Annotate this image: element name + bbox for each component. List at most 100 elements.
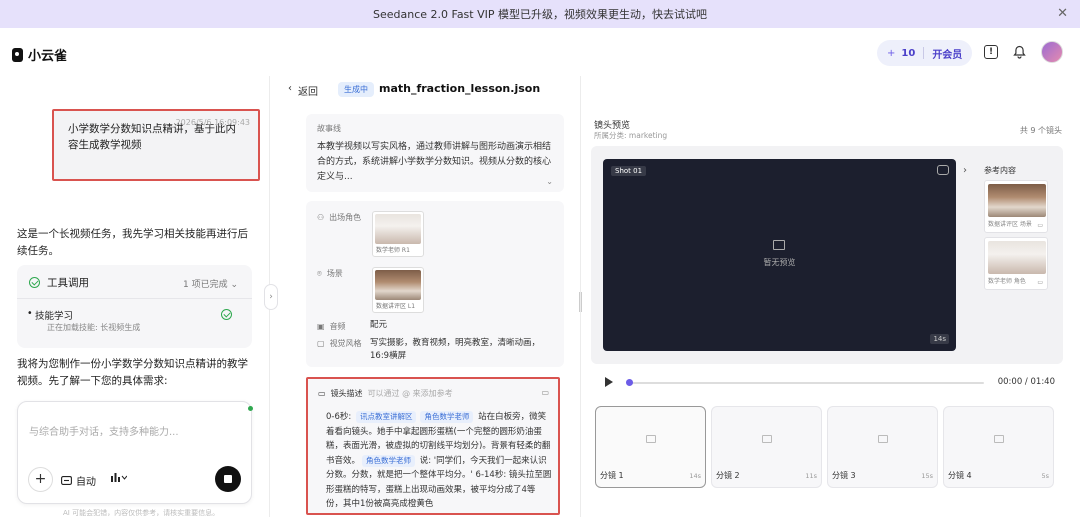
user-avatar[interactable] — [1041, 41, 1063, 63]
shot-count: 共 9 个镜头 — [1019, 126, 1062, 135]
script-editor: 故事线 本教学视频以写实风格，通过教师讲解与图形动画演示相结合的方式，系统讲解小… — [306, 114, 564, 517]
progress-knob[interactable] — [626, 379, 633, 386]
image-icon — [646, 435, 656, 443]
playback-time: 00:00 / 01:40 — [997, 377, 1055, 387]
role-thumbnail[interactable]: 数学老师 R1 — [372, 211, 424, 257]
shot-description-text[interactable]: 0-6秒: 讯点教室讲解区 角色数学老师 站在白板旁，微笑着看向镜头。她手中拿起圆… — [326, 410, 552, 512]
roles-label: 出场角色 — [329, 213, 362, 222]
app-logo[interactable]: 小云雀 — [12, 45, 67, 64]
progress-track[interactable] — [629, 382, 984, 384]
character-tag[interactable]: 角色数学老师 — [362, 454, 416, 467]
ai-disclaimer: AI 可能会犯错，内容仅供参考，请核实重要信息。 — [63, 509, 220, 517]
online-dot — [248, 406, 253, 411]
chat-input[interactable]: 与综合助手对话，支持多种能力... — [29, 423, 179, 438]
video-preview[interactable]: Shot 01 暂无预览 14s — [603, 159, 956, 351]
teacher-image — [375, 214, 421, 244]
chat-input-box[interactable]: 与综合助手对话，支持多种能力... + 自动 — [17, 401, 253, 504]
banner-text: Seedance 2.0 Fast VIP 模型已升级，视频效果更生动，快去试试… — [372, 8, 707, 21]
comment-icon: ▭ — [318, 389, 326, 398]
play-icon[interactable] — [605, 377, 613, 387]
bell-icon[interactable] — [1012, 45, 1026, 59]
check-circle-icon — [29, 277, 40, 288]
stop-button[interactable] — [215, 466, 241, 492]
shot-thumbnail[interactable]: 分镜 2 11s — [711, 406, 822, 488]
chevron-down-icon[interactable]: ⌄ — [546, 177, 553, 186]
image-icon — [878, 435, 888, 443]
credits-plus: + — [887, 47, 896, 59]
skill-item-title: 技能学习 — [27, 308, 73, 322]
reference-character[interactable]: 数学老师 角色 ▭ — [984, 237, 1048, 290]
shot-name: 分镜 2 — [716, 471, 740, 480]
pill-divider — [923, 47, 925, 59]
scene-caption: 数据讲评区 L1 — [376, 303, 416, 310]
shot-label: Shot 01 — [611, 166, 647, 176]
shot-thumbnail[interactable]: 分镜 3 15s — [827, 406, 938, 488]
classroom-image — [988, 184, 1046, 217]
shot-thumbnail[interactable]: 分镜 4 5s — [943, 406, 1054, 488]
voice-row: ▣ 音频 — [317, 321, 346, 332]
add-attachment-button[interactable]: + — [28, 467, 53, 492]
scene-thumbnail[interactable]: 数据讲评区 L1 — [372, 267, 424, 313]
shot-duration: 5s — [1041, 472, 1049, 480]
voice-label: 音频 — [329, 322, 346, 331]
file-name: math_fraction_lesson.json — [379, 82, 541, 95]
close-icon[interactable]: ✕ — [1057, 6, 1068, 21]
person-icon: ⚇ — [317, 213, 325, 222]
scene-label: 场景 — [326, 269, 343, 278]
shot-thumbnail[interactable]: 分镜 1 14s — [595, 406, 706, 488]
announcement-banner: Seedance 2.0 Fast VIP 模型已升级，视频效果更生动，快去试试… — [0, 0, 1080, 28]
style-value: 写实摄影，教育视频，明亮教室，清晰动画，16:9横屏 — [370, 338, 541, 361]
comment-icon[interactable] — [937, 165, 949, 175]
shot-duration: 14s — [689, 472, 701, 480]
character-tag[interactable]: 角色数学老师 — [420, 411, 474, 423]
assistant-intro: 这是一个长视频任务，我先学习相关技能再进行后续任务。 — [17, 228, 248, 257]
vip-button[interactable]: 开会员 — [932, 46, 962, 61]
user-message-bubble: 小学数学分数知识点精讲，基于此内容生成教学视频 2026/5/6 16:09:4… — [52, 109, 260, 181]
back-button[interactable]: ‹ 返回 — [288, 83, 318, 98]
location-tag[interactable]: 讯点教室讲解区 — [355, 411, 417, 423]
logo-icon — [12, 47, 23, 62]
shot-name: 分镜 3 — [832, 471, 856, 480]
teacher-image — [988, 241, 1046, 274]
bars-icon — [111, 473, 128, 482]
shot-description-label: 镜头描述 — [330, 389, 363, 398]
back-label: 返回 — [298, 87, 318, 98]
scene-row: ⌾ 场景 — [317, 268, 343, 279]
shot-description-hint: 可以通过 @ 来添加参考 — [367, 389, 453, 398]
resize-handle[interactable] — [579, 292, 582, 312]
divider — [17, 298, 252, 299]
chevron-right-icon[interactable]: › — [963, 165, 967, 176]
mode-icon — [61, 476, 72, 485]
style-row: ▢ 视觉风格 — [317, 338, 362, 349]
duration-badge: 14s — [930, 334, 949, 344]
shot-duration: 11s — [805, 472, 817, 480]
model-selector[interactable] — [111, 473, 128, 485]
collapse-panel-button[interactable]: › — [264, 284, 278, 310]
mode-label: 自动 — [76, 477, 96, 488]
credits-pill[interactable]: + 10 开会员 — [877, 40, 972, 66]
comment-icon[interactable]: ▭ — [541, 388, 549, 397]
chevron-down-icon: ⌄ — [230, 280, 238, 290]
video-player-controls: 00:00 / 01:40 — [591, 370, 1063, 396]
tool-call-header[interactable]: 工具调用 — [29, 275, 89, 290]
image-icon — [994, 435, 1004, 443]
voice-value: 配元 — [370, 320, 388, 330]
preview-subtitle: 所属分类: marketing — [594, 131, 668, 140]
roles-row: ⚇ 出场角色 — [317, 212, 361, 223]
shot-strip: 分镜 1 14s 分镜 2 11s 分镜 3 15s 分镜 4 5s — [591, 404, 1061, 514]
mode-selector[interactable]: 自动 — [61, 473, 96, 488]
storyline-card[interactable]: 故事线 本教学视频以写实风格，通过教师讲解与图形动画演示相结合的方式，系统讲解小… — [306, 114, 564, 192]
image-icon — [773, 240, 785, 250]
reference-scene[interactable]: 数据讲评区 场景 ▭ — [984, 180, 1048, 233]
tool-call-status[interactable]: 1 项已完成 ⌄ — [183, 277, 238, 290]
feedback-icon[interactable]: ! — [984, 45, 998, 59]
image-icon — [762, 435, 772, 443]
shot-description-card[interactable]: ▭ 镜头描述 可以通过 @ 来添加参考 ▭ 0-6秒: 讯点教室讲解区 角色数学老… — [306, 377, 560, 515]
tool-call-card[interactable]: 工具调用 1 项已完成 ⌄ 技能学习 正在加载技能: 长视频生成 — [17, 265, 252, 348]
tool-call-title: 工具调用 — [47, 277, 89, 289]
comment-icon[interactable]: ▭ — [1037, 279, 1043, 286]
comment-icon[interactable]: ▭ — [1037, 222, 1043, 229]
style-label: 视觉风格 — [329, 339, 362, 348]
chat-panel: 小学数学分数知识点精讲，基于此内容生成教学视频 2026/5/6 16:09:4… — [0, 76, 270, 517]
no-preview-text: 暂无预览 — [763, 258, 796, 267]
